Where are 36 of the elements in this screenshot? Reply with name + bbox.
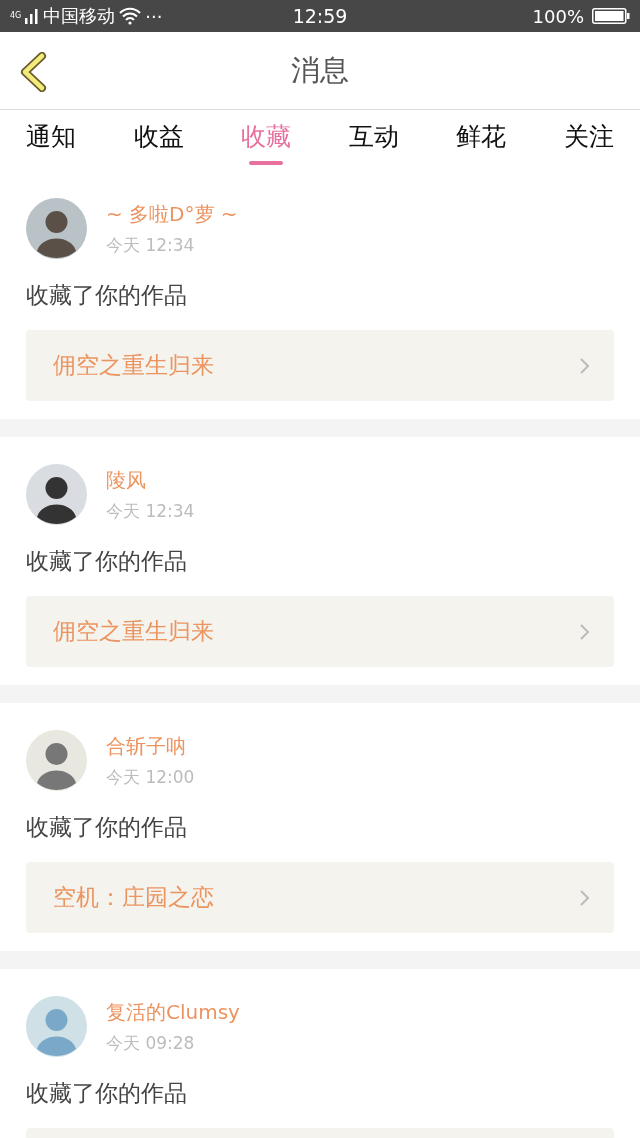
more-label: ··· xyxy=(145,5,163,27)
tab[interactable]: 鲜花 xyxy=(444,110,519,171)
user-name[interactable]: ~ 多啦D°萝 ~ xyxy=(106,200,238,228)
message-text: 收藏了你的作品 xyxy=(26,281,188,310)
chevron-right-icon xyxy=(579,356,590,375)
message-text: 收藏了你的作品 xyxy=(26,547,188,576)
message-time: 今天 12:34 xyxy=(106,499,195,523)
user-name[interactable]: 合斩子呐 xyxy=(106,732,195,760)
message-time: 今天 12:00 xyxy=(106,765,195,789)
clock-time: 12:59 xyxy=(292,5,348,27)
page-title: 消息 xyxy=(291,51,349,89)
tab[interactable]: 互动 xyxy=(336,110,411,171)
tab[interactable]: 收藏 xyxy=(229,110,304,171)
avatar-icon[interactable] xyxy=(26,464,87,525)
chevron-right-icon xyxy=(579,888,590,907)
wifi-icon xyxy=(119,7,142,25)
message-text: 收藏了你的作品 xyxy=(26,813,188,842)
message-time: 今天 09:28 xyxy=(106,1031,196,1055)
work-link[interactable]: 佣空之重生归来 xyxy=(26,596,614,667)
work-link[interactable]: 佣空之重生归来 xyxy=(26,330,614,401)
battery-percent: 100% xyxy=(532,5,584,27)
message-text: 收藏了你的作品 xyxy=(26,1079,188,1108)
avatar-icon[interactable] xyxy=(26,198,87,259)
tab[interactable]: 收益 xyxy=(121,110,196,171)
battery-icon xyxy=(592,8,630,24)
user-name[interactable]: 陵风 xyxy=(106,466,195,494)
network-label: 4G xyxy=(10,12,22,20)
tab[interactable]: 通知 xyxy=(14,110,88,171)
user-name[interactable]: 复活的Clumsy xyxy=(106,998,240,1026)
message-time: 今天 12:34 xyxy=(106,233,196,257)
chevron-right-icon xyxy=(579,622,590,641)
tab[interactable]: 关注 xyxy=(551,110,626,171)
work-link[interactable]: 空机：庄园之恋 xyxy=(26,862,614,933)
back-icon[interactable] xyxy=(18,52,48,92)
signal-icon xyxy=(25,8,40,24)
carrier-label: 中国移动 xyxy=(43,4,116,28)
